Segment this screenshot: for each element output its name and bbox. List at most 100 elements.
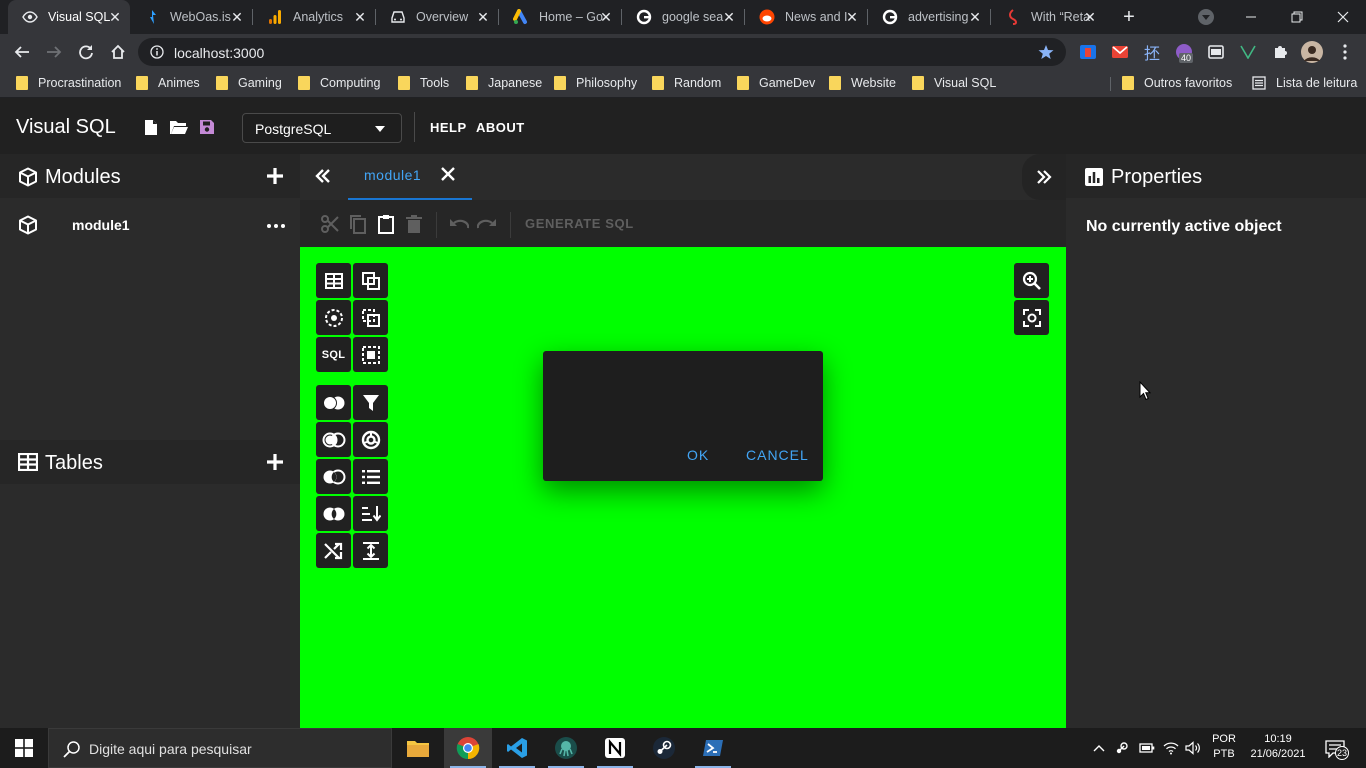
add-select-region-button[interactable] (353, 337, 388, 372)
undo-icon[interactable] (448, 213, 470, 235)
browser-tab-overview[interactable]: Overview ✕ (376, 0, 498, 34)
steam-tray-icon[interactable] (1114, 740, 1130, 756)
close-icon[interactable]: ✕ (968, 10, 982, 24)
intersect-button[interactable] (316, 422, 351, 457)
bookmark-folder[interactable]: Visual SQL (912, 76, 996, 90)
generate-sql-button[interactable]: GENERATE SQL (525, 216, 634, 231)
volume-icon[interactable] (1185, 740, 1201, 756)
save-icon[interactable] (197, 117, 217, 137)
vscode-icon[interactable] (493, 728, 541, 768)
bookmark-folder[interactable]: Tools (398, 76, 449, 90)
about-button[interactable]: ABOUT (476, 120, 525, 135)
file-explorer-icon[interactable] (394, 728, 442, 768)
more-vert-icon[interactable] (1336, 43, 1354, 61)
add-table-button[interactable] (265, 452, 285, 472)
cancel-button[interactable]: CANCEL (746, 447, 809, 463)
more-horiz-icon[interactable] (266, 216, 286, 236)
where-filter-button[interactable] (353, 385, 388, 420)
reading-list[interactable]: Lista de leitura (1252, 76, 1357, 90)
clock[interactable]: 10:19 21/06/2021 (1246, 733, 1310, 760)
redo-icon[interactable] (476, 213, 498, 235)
close-icon[interactable]: ✕ (599, 10, 613, 24)
help-button[interactable]: HELP (430, 120, 467, 135)
close-icon[interactable]: ✕ (230, 10, 244, 24)
add-sql-node-button[interactable]: SQL (316, 337, 351, 372)
distinct-button[interactable] (353, 422, 388, 457)
bookmark-folder[interactable]: Gaming (216, 76, 282, 90)
browser-tab-reddit[interactable]: News and I ✕ (745, 0, 867, 34)
browser-tab-retail[interactable]: With “Reta ✕ (991, 0, 1105, 34)
close-icon[interactable] (440, 166, 456, 182)
extension-badge-icon[interactable]: 40 (1175, 43, 1194, 63)
browser-tab-analytics[interactable]: Analytics ✕ (253, 0, 375, 34)
chrome-icon[interactable] (444, 728, 492, 768)
start-button[interactable] (0, 728, 48, 768)
close-icon[interactable]: ✕ (353, 10, 367, 24)
bookmark-folder[interactable]: GameDev (737, 76, 815, 90)
order-by-button[interactable] (353, 496, 388, 531)
collapse-left-icon[interactable] (312, 166, 334, 186)
module-item[interactable]: module1 (0, 210, 300, 242)
star-icon[interactable] (1038, 44, 1054, 60)
window-icon[interactable] (1207, 43, 1225, 61)
close-icon[interactable]: ✕ (476, 10, 490, 24)
bookmark-folder[interactable]: Animes (136, 76, 200, 90)
kraken-icon[interactable] (542, 728, 590, 768)
paste-icon[interactable] (375, 213, 397, 235)
except-button[interactable] (316, 459, 351, 494)
other-bookmarks[interactable]: Outros favoritos (1122, 76, 1232, 90)
notifications-button[interactable]: 23 (1324, 739, 1349, 760)
fit-view-button[interactable] (1014, 300, 1049, 335)
bookmark-folder[interactable]: Procrastination (16, 76, 121, 90)
list-button[interactable] (353, 459, 388, 494)
tab-module1[interactable]: module1 (348, 154, 472, 200)
chevron-up-icon[interactable] (1091, 740, 1107, 756)
bookmark-folder[interactable]: Philosophy (554, 76, 637, 90)
close-icon[interactable]: ✕ (1083, 10, 1097, 24)
browser-tab-google-ads[interactable]: Home – Go ✕ (499, 0, 621, 34)
copy-icon[interactable] (347, 213, 369, 235)
minimize-button[interactable] (1228, 0, 1274, 34)
tab-search-button[interactable] (1198, 9, 1214, 25)
shuffle-button[interactable] (316, 533, 351, 568)
home-button[interactable] (104, 38, 132, 66)
bookmark-folder[interactable]: Computing (298, 76, 380, 90)
ok-button[interactable]: OK (687, 447, 709, 463)
zoom-button[interactable] (1014, 263, 1049, 298)
powershell-icon[interactable] (689, 728, 737, 768)
vue-devtools-icon[interactable] (1239, 43, 1257, 61)
language-indicator[interactable]: POR PTB (1208, 733, 1240, 760)
browser-tab-advertising[interactable]: advertising ✕ (868, 0, 990, 34)
bookmark-folder[interactable]: Japanese (466, 76, 542, 90)
new-tab-button[interactable]: + (1118, 7, 1140, 29)
limit-button[interactable] (353, 533, 388, 568)
add-subquery-node-button[interactable] (353, 300, 388, 335)
reload-button[interactable] (72, 38, 100, 66)
back-button[interactable] (8, 38, 36, 66)
collapse-right-button[interactable] (1022, 154, 1066, 200)
avatar[interactable] (1301, 41, 1323, 63)
battery-icon[interactable] (1139, 740, 1155, 756)
database-select[interactable]: PostgreSQL (242, 113, 402, 143)
delete-icon[interactable] (403, 213, 425, 235)
close-icon[interactable]: ✕ (845, 10, 859, 24)
add-select-node-button[interactable] (316, 300, 351, 335)
close-window-button[interactable] (1320, 0, 1366, 34)
open-folder-icon[interactable] (169, 117, 189, 137)
puzzle-icon[interactable] (1271, 43, 1289, 61)
new-file-icon[interactable] (141, 117, 161, 137)
browser-tab-weboasis[interactable]: WebOas.is ✕ (130, 0, 252, 34)
forward-button[interactable] (40, 38, 68, 66)
translate-icon[interactable]: 抷 (1143, 43, 1161, 63)
restore-button[interactable] (1274, 0, 1320, 34)
close-icon[interactable]: ✕ (108, 10, 122, 24)
wifi-icon[interactable] (1163, 740, 1179, 756)
add-table-node-button[interactable] (316, 263, 351, 298)
notion-icon[interactable] (591, 728, 639, 768)
add-module-button[interactable] (265, 166, 285, 186)
add-join-node-button[interactable] (353, 263, 388, 298)
exclude-button[interactable] (316, 496, 351, 531)
taskbar-search[interactable]: Digite aqui para pesquisar (48, 728, 392, 768)
bookmark-folder[interactable]: Random (652, 76, 721, 90)
address-bar[interactable]: localhost:3000 (138, 38, 1066, 66)
